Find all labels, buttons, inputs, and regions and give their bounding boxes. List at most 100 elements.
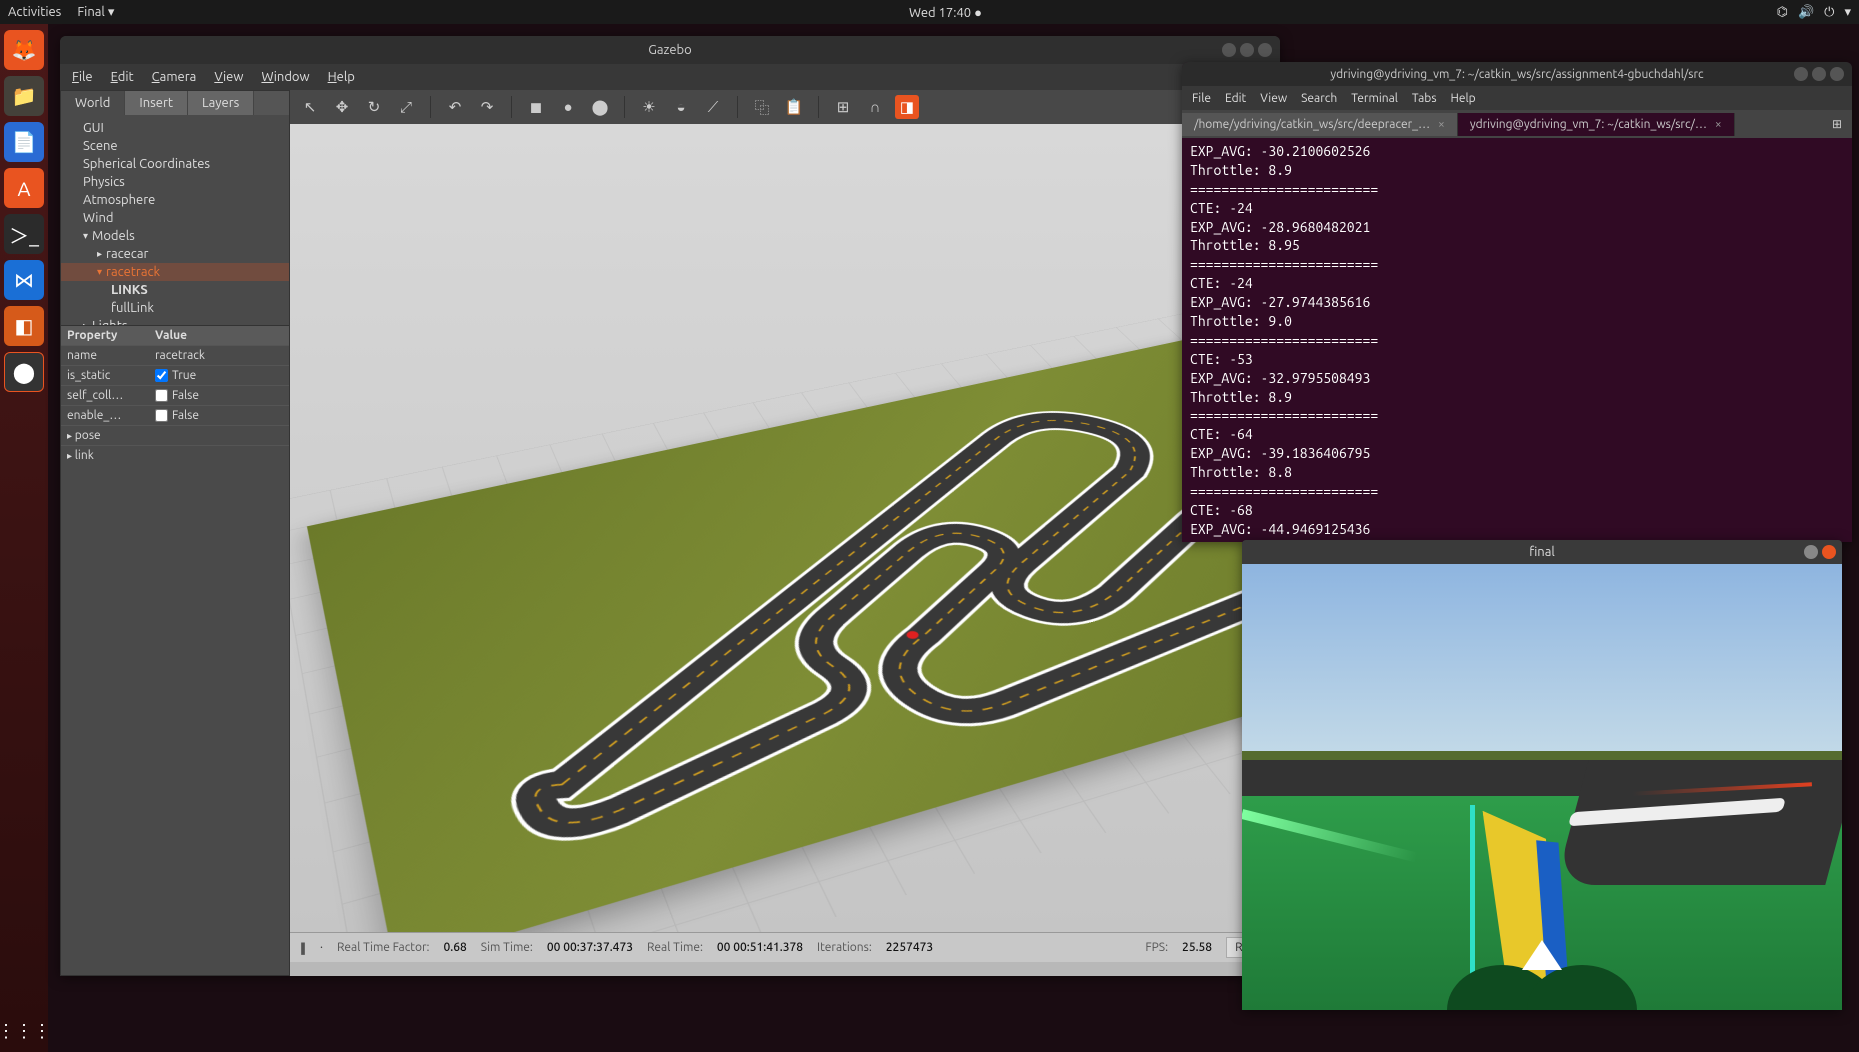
tree-wind[interactable]: Wind <box>61 209 289 227</box>
new-tab-button[interactable]: ⊞ <box>1822 117 1852 131</box>
prop-pose[interactable]: ▸ pose <box>61 426 149 445</box>
term-menu-edit[interactable]: Edit <box>1225 92 1246 105</box>
dock-apps-grid-icon[interactable]: ⋮⋮⋮ <box>0 1021 51 1042</box>
tree-fulllink[interactable]: fullLink <box>61 299 289 317</box>
terminal-tab-2[interactable]: ydriving@ydriving_vm_7: ~/catkin_ws/src/… <box>1458 113 1735 136</box>
dirlight-icon[interactable]: ⟋ <box>701 95 725 119</box>
gazebo-window: Gazebo File Edit Camera View Window Help… <box>60 36 1280 976</box>
dock-terminal-icon[interactable]: ＞_ <box>4 214 44 254</box>
close-button[interactable] <box>1258 43 1272 57</box>
camera-view <box>1242 564 1842 1010</box>
chevron-down-icon[interactable]: ▾ <box>1844 5 1851 20</box>
paste-icon[interactable]: 📋 <box>782 95 806 119</box>
self-collide-checkbox[interactable] <box>155 389 168 402</box>
prop-enable-value: False <box>172 409 199 422</box>
tree-racetrack[interactable]: ▾ racetrack <box>61 263 289 281</box>
undo-icon[interactable]: ↶ <box>443 95 467 119</box>
redo-icon[interactable]: ↷ <box>475 95 499 119</box>
minimize-button[interactable] <box>1222 43 1236 57</box>
tree-physics[interactable]: Physics <box>61 173 289 191</box>
cylinder-primitive-icon[interactable]: ⬤ <box>588 95 612 119</box>
tab-world[interactable]: World <box>61 91 125 115</box>
pause-button[interactable]: ∥ <box>300 941 306 955</box>
prop-static-key: is_static <box>61 366 149 385</box>
term-menu-view[interactable]: View <box>1260 92 1287 105</box>
terminal-titlebar[interactable]: ydriving@ydriving_vm_7: ~/catkin_ws/src/… <box>1182 62 1852 86</box>
is-static-checkbox[interactable] <box>155 369 168 382</box>
minimize-button[interactable] <box>1794 67 1808 81</box>
term-menu-terminal[interactable]: Terminal <box>1351 92 1398 105</box>
menu-window[interactable]: Window <box>261 70 309 84</box>
minimize-button[interactable] <box>1804 545 1818 559</box>
dock-files-icon[interactable]: 📁 <box>4 76 44 116</box>
snap-icon[interactable]: ⊞ <box>831 95 855 119</box>
term-menu-file[interactable]: File <box>1192 92 1211 105</box>
close-button[interactable] <box>1822 545 1836 559</box>
final-titlebar[interactable]: final <box>1242 540 1842 564</box>
app-menu-button[interactable]: Final ▾ <box>77 5 114 20</box>
term-menu-tabs[interactable]: Tabs <box>1412 92 1437 105</box>
enable-checkbox[interactable] <box>155 409 168 422</box>
terminal-title: ydriving@ydriving_vm_7: ~/catkin_ws/src/… <box>1330 68 1703 81</box>
tree-lights[interactable]: ▸ Lights <box>61 317 289 325</box>
term-menu-help[interactable]: Help <box>1451 92 1476 105</box>
world-tree[interactable]: GUI Scene Spherical Coordinates Physics … <box>61 115 289 325</box>
terminal-output[interactable]: EXP_AVG: -30.2100602526 Throttle: 8.9 ==… <box>1182 138 1852 542</box>
menu-camera[interactable]: Camera <box>152 70 197 84</box>
move-tool-icon[interactable]: ✥ <box>330 95 354 119</box>
box-primitive-icon[interactable]: ◼ <box>524 95 548 119</box>
final-title-text: final <box>1529 545 1555 559</box>
property-panel: Property Value name racetrack is_static … <box>61 325 289 465</box>
tree-links[interactable]: LINKS <box>61 281 289 299</box>
dock-software-icon[interactable]: A <box>4 168 44 208</box>
sphere-primitive-icon[interactable]: ● <box>556 95 580 119</box>
menu-file[interactable]: File <box>72 70 93 84</box>
menu-edit[interactable]: Edit <box>111 70 134 84</box>
tree-gui[interactable]: GUI <box>61 119 289 137</box>
rotate-tool-icon[interactable]: ↻ <box>362 95 386 119</box>
dock-gazebo-icon[interactable]: ◧ <box>4 306 44 346</box>
selection-icon[interactable]: ◨ <box>895 95 919 119</box>
gazebo-3d-viewport[interactable] <box>290 124 1280 932</box>
tree-racecar[interactable]: ▸ racecar <box>61 245 289 263</box>
power-icon[interactable]: ⏻ <box>1824 5 1834 20</box>
iter-label: Iterations: <box>817 941 872 954</box>
menu-help[interactable]: Help <box>328 70 355 84</box>
clock[interactable]: Wed 17:40 ● <box>114 5 1776 20</box>
terminal-tab-1[interactable]: /home/ydriving/catkin_ws/src/deepracer_…… <box>1182 113 1458 136</box>
gazebo-left-panel: World Insert Layers GUI Scene Spherical … <box>60 90 290 976</box>
pointlight-icon[interactable]: ☀ <box>637 95 661 119</box>
term-menu-search[interactable]: Search <box>1301 92 1337 105</box>
dock-vscode-icon[interactable]: ⋈ <box>4 260 44 300</box>
copy-icon[interactable]: ⿻ <box>750 95 774 119</box>
prop-link[interactable]: ▸ link <box>61 446 149 465</box>
chevron-right-icon: ▸ <box>97 248 102 260</box>
tree-atmosphere[interactable]: Atmosphere <box>61 191 289 209</box>
close-button[interactable] <box>1830 67 1844 81</box>
scale-tool-icon[interactable]: ⤢ <box>394 95 418 119</box>
close-tab-icon[interactable]: × <box>1715 118 1722 131</box>
arrow-tool-icon[interactable]: ↖ <box>298 95 322 119</box>
prop-selfcoll-value: False <box>172 389 199 402</box>
spotlight-icon[interactable]: ◒ <box>669 95 693 119</box>
tab-layers[interactable]: Layers <box>188 91 254 115</box>
volume-icon[interactable]: 🔊 <box>1798 5 1814 20</box>
menu-view[interactable]: View <box>214 70 243 84</box>
tab-insert[interactable]: Insert <box>125 91 188 115</box>
tree-scene[interactable]: Scene <box>61 137 289 155</box>
network-icon[interactable]: ⌬ <box>1777 5 1788 20</box>
dock-firefox-icon[interactable]: 🦊 <box>4 30 44 70</box>
maximize-button[interactable] <box>1812 67 1826 81</box>
gazebo-titlebar[interactable]: Gazebo <box>60 36 1280 64</box>
sky <box>1242 564 1842 765</box>
dock-writer-icon[interactable]: 📄 <box>4 122 44 162</box>
dock-recorder-icon[interactable]: ⬤ <box>4 352 44 392</box>
horizontal-scrollbar[interactable] <box>290 962 1280 976</box>
tree-spherical[interactable]: Spherical Coordinates <box>61 155 289 173</box>
tree-models[interactable]: ▾ Models <box>61 227 289 245</box>
rtf-label: Real Time Factor: <box>337 941 430 954</box>
maximize-button[interactable] <box>1240 43 1254 57</box>
close-tab-icon[interactable]: × <box>1438 118 1445 131</box>
magnet-icon[interactable]: ∩ <box>863 95 887 119</box>
activities-button[interactable]: Activities <box>8 5 61 20</box>
